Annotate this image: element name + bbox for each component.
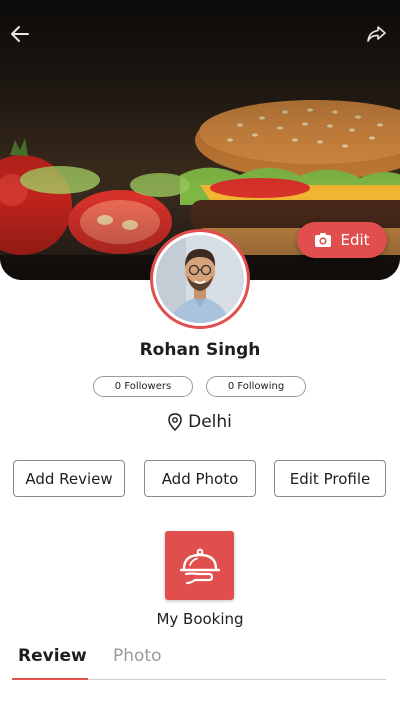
following-count[interactable]: 0 Following <box>206 376 306 397</box>
my-booking-label: My Booking <box>156 610 244 628</box>
tab-review[interactable]: Review <box>18 646 87 666</box>
avatar-image <box>156 235 244 323</box>
location-text: Delhi <box>188 412 232 432</box>
arrow-left-icon <box>11 26 29 42</box>
location: Delhi <box>0 412 400 432</box>
my-booking-button[interactable] <box>165 531 234 600</box>
add-photo-button[interactable]: Add Photo <box>144 460 256 497</box>
add-review-button[interactable]: Add Review <box>13 460 125 497</box>
tab-photo[interactable]: Photo <box>113 646 162 666</box>
active-tab-indicator <box>12 678 88 680</box>
share-button[interactable] <box>362 20 390 48</box>
map-pin-icon <box>168 413 182 431</box>
back-button[interactable] <box>6 20 34 48</box>
share-arrow-icon <box>367 26 386 42</box>
edit-profile-button[interactable]: Edit Profile <box>274 460 386 497</box>
user-name: Rohan Singh <box>139 340 261 360</box>
camera-icon <box>315 233 332 247</box>
followers-count[interactable]: 0 Followers <box>93 376 193 397</box>
profile-tabs: Review Photo <box>0 646 400 680</box>
food-cloche-icon <box>179 548 220 584</box>
edit-cover-label: Edit <box>340 231 370 249</box>
edit-cover-button[interactable]: Edit <box>297 222 387 258</box>
avatar[interactable] <box>150 229 250 329</box>
